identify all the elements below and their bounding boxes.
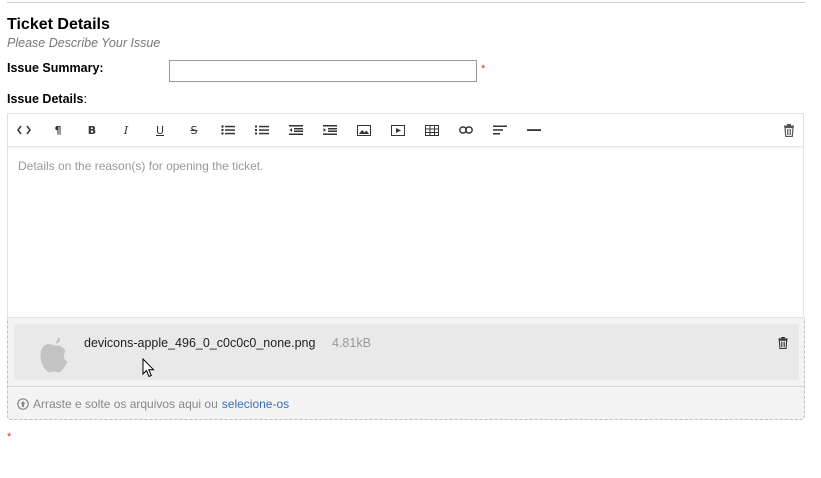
upload-icon (17, 398, 29, 410)
required-mark: * (7, 431, 12, 443)
strikethrough-button[interactable]: S (183, 120, 205, 140)
italic-button[interactable]: I (115, 120, 137, 140)
dropzone-prompt: Arraste e solte os arquivos aqui ou sele… (17, 397, 289, 411)
insert-table-button[interactable] (421, 120, 443, 140)
code-view-button[interactable] (13, 120, 35, 140)
horizontal-rule-icon (527, 129, 541, 131)
mouse-cursor-icon (142, 358, 155, 378)
issue-details-editor[interactable]: ¶ B I U S Details on the reason(s) for o… (7, 113, 804, 318)
attached-file: devicons-apple_496_0_c0c0c0_none.png 4.8… (14, 324, 799, 380)
underline-button[interactable]: U (149, 120, 171, 140)
horizontal-rule-button[interactable] (523, 120, 545, 140)
issue-summary-input[interactable] (169, 60, 477, 82)
outdent-icon (289, 125, 303, 135)
image-icon (357, 124, 371, 136)
apple-icon (40, 336, 68, 373)
paragraph-icon: ¶ (54, 123, 62, 137)
remove-file-icon[interactable] (777, 337, 789, 349)
insert-video-button[interactable] (387, 120, 409, 140)
clear-content-button[interactable] (778, 120, 800, 140)
attachment-dropzone[interactable]: devicons-apple_496_0_c0c0c0_none.png 4.8… (7, 318, 805, 420)
italic-icon: I (123, 123, 129, 137)
indent-button[interactable] (319, 120, 341, 140)
file-name: devicons-apple_496_0_c0c0c0_none.png (84, 336, 316, 350)
video-icon (391, 124, 405, 136)
dropzone-divider (8, 386, 804, 387)
paragraph-button[interactable]: ¶ (47, 120, 69, 140)
top-divider (7, 2, 805, 3)
issue-details-label: Issue Details: (7, 92, 87, 106)
bold-icon: B (87, 123, 97, 137)
code-icon (17, 125, 31, 135)
outdent-button[interactable] (285, 120, 307, 140)
insert-link-button[interactable] (455, 120, 477, 140)
section-subtitle: Please Describe Your Issue (7, 36, 161, 50)
editor-toolbar: ¶ B I U S (8, 114, 803, 147)
insert-image-button[interactable] (353, 120, 375, 140)
align-button[interactable] (489, 120, 511, 140)
editor-placeholder: Details on the reason(s) for opening the… (18, 159, 264, 173)
strikethrough-icon: S (190, 123, 198, 137)
bold-button[interactable]: B (81, 120, 103, 140)
unordered-list-button[interactable] (217, 120, 239, 140)
indent-icon (323, 125, 337, 135)
ordered-list-icon (255, 125, 269, 135)
required-mark: * (481, 63, 486, 75)
trash-icon (784, 123, 794, 137)
underline-icon: U (155, 123, 165, 137)
unordered-list-icon (221, 125, 235, 135)
section-title: Ticket Details (7, 16, 110, 33)
file-size: 4.81kB (332, 336, 371, 350)
select-files-link[interactable]: selecione-os (222, 397, 289, 411)
ordered-list-button[interactable] (251, 120, 273, 140)
issue-summary-label: Issue Summary: (7, 61, 104, 75)
table-icon (425, 124, 439, 136)
dropzone-text: Arraste e solte os arquivos aqui ou (33, 397, 218, 411)
align-left-icon (493, 125, 507, 135)
link-icon (459, 126, 473, 134)
